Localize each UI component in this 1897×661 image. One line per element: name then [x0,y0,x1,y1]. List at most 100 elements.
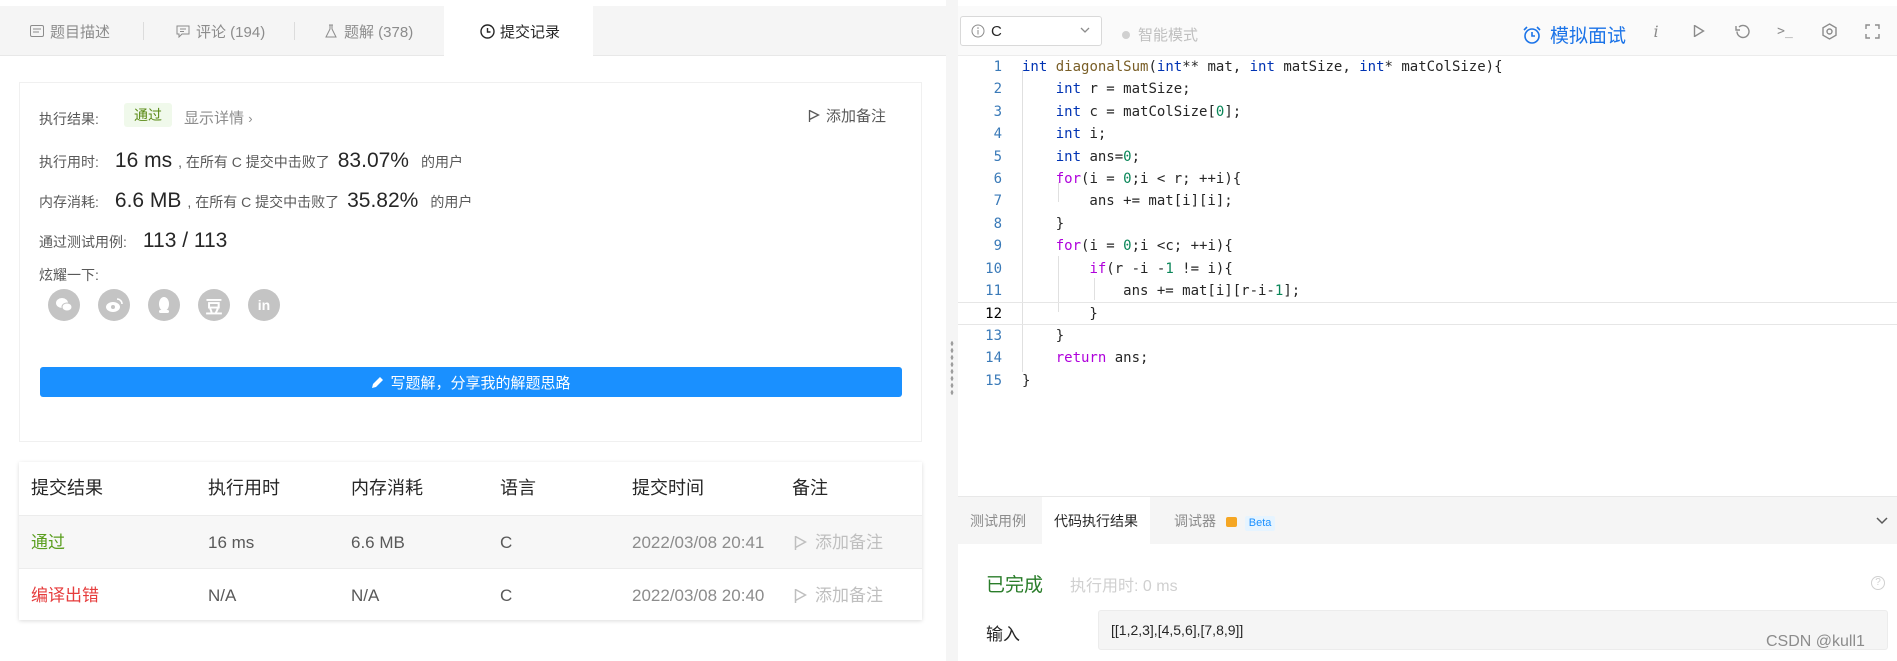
qq-icon[interactable] [148,289,180,321]
code-text: } [1022,327,1065,344]
reset-icon[interactable] [1731,20,1753,42]
code-line: 14 return ans; [958,347,1897,369]
linkedin-icon[interactable]: in [248,289,280,321]
line-number: 3 [993,103,1002,120]
line-number: 7 [993,193,1002,210]
code-line: 6 for(i = 0;i < r; ++i){ [958,168,1897,190]
language-cell: C [500,533,513,552]
code-line: 1 int diagonalSum(int** mat, int matSize,… [958,56,1897,78]
help-icon[interactable]: ? [1871,576,1885,590]
show-detail-link[interactable]: 显示详情 › [184,107,253,128]
info-icon[interactable]: i [1645,20,1667,42]
line-number: 10 [985,260,1002,277]
tab-description[interactable]: 题目描述 [28,6,110,56]
tab-solutions[interactable]: 题解 (378) [322,6,413,56]
add-note-label: 添加备注 [826,108,887,125]
table-row[interactable]: 编译出错 N/A N/A C 2022/03/08 20:40 添加备注 [19,568,922,621]
douban-icon[interactable]: 豆 [198,289,230,321]
settings-icon[interactable] [1818,20,1840,42]
write-solution-button[interactable]: 写题解，分享我的解题思路 [40,367,902,397]
code-line-active: 12 } [958,302,1897,325]
submit-time-cell: 2022/03/08 20:41 [632,533,765,552]
code-text: ans += mat[i][r-i-1]; [1022,283,1301,299]
run-icon[interactable] [1688,20,1710,42]
code-text: int ans=0; [1055,148,1141,165]
problem-tabs: 题目描述 评论 (194) 题解 (378) 提交记录 [0,6,946,57]
runtime-percent: 83.07% [337,149,409,172]
add-note-button[interactable]: 添加备注 [808,105,886,126]
table-row[interactable]: 通过 16 ms 6.6 MB C 2022/03/08 20:41 添加备注 [19,515,922,568]
beta-badge: Beta [1244,516,1276,531]
wechat-icon[interactable] [48,289,80,321]
language-select[interactable]: C [960,16,1102,46]
line-number: 13 [985,327,1002,344]
line-number: 12 [985,306,1002,323]
add-note-cell[interactable]: 添加备注 [794,569,883,622]
document-icon [28,22,46,40]
tab-label: 题解 (378) [344,23,414,41]
weibo-icon[interactable] [98,289,130,321]
col-header-submit-time: 提交时间 [632,478,704,498]
clock-icon [478,22,496,40]
lock-icon [1225,517,1237,527]
flag-icon [808,109,820,122]
code-editor[interactable]: 1 int diagonalSum(int** mat, int matSize,… [958,56,1897,496]
tab-testcase[interactable]: 测试用例 [970,497,1026,545]
pencil-icon [372,376,384,388]
tests-value: 113 / 113 [142,229,228,252]
terminal-icon[interactable]: >_ [1774,20,1796,42]
submit-time-cell: 2022/03/08 20:40 [632,586,765,605]
tab-debugger[interactable]: 调试器 Beta [1174,497,1276,545]
status-badge: 通过 [124,103,172,127]
add-note-label: 添加备注 [815,586,883,605]
tab-submissions[interactable]: 提交记录 [444,6,593,57]
submission-result-card: 执行结果: 通过 显示详情 › 添加备注 执行用时: 16 ms , 在所有 C… [19,82,922,442]
editor-toolbar: C 智能模式 模拟面试 i >_ [958,6,1897,56]
line-number: 14 [985,350,1002,367]
tests-label: 通过测试用例: [39,234,127,250]
code-text: for(i = 0;i < r; ++i){ [1055,171,1242,187]
runtime-value: 16 ms [114,149,173,172]
info-circle-icon [971,24,985,38]
code-text: return ans; [1055,350,1149,367]
problem-panel: 题目描述 评论 (194) 题解 (378) 提交记录 执行结果: 通过 显示详… [0,0,946,661]
code-line: 5 int ans=0; [958,146,1897,168]
console-tabs: 测试用例 代码执行结果 调试器 Beta [958,496,1897,545]
col-header-memory: 内存消耗 [351,478,423,498]
language-value: C [991,22,1002,40]
smart-mode-toggle[interactable]: 智能模式 [1122,24,1198,45]
col-header-note: 备注 [792,478,828,498]
line-number: 4 [993,126,1002,143]
result-cell[interactable]: 通过 [31,516,65,569]
code-text: if(r -i -1 != i){ [1089,260,1233,277]
line-number: 8 [993,215,1002,232]
code-line: 10 if(r -i -1 != i){ [958,258,1897,280]
add-note-label: 添加备注 [815,533,883,552]
memory-cell: 6.6 MB [351,533,405,552]
editor-panel: C 智能模式 模拟面试 i >_ 1 int diagonalSum(int**… [958,0,1897,661]
line-number: 6 [993,171,1002,187]
runtime-cell: 16 ms [208,533,255,552]
comment-icon [174,22,192,40]
pane-splitter[interactable] [946,0,958,661]
tests-stat: 通过测试用例: 113 / 113 [39,229,227,253]
tab-comments[interactable]: 评论 (194) [174,6,265,56]
chevron-right-icon: › [248,111,253,126]
chevron-down-icon [1080,27,1090,33]
memory-stat: 内存消耗: 6.6 MB , 在所有 C 提交中击败了 35.82% 的用户 [39,189,472,213]
mock-interview-button[interactable]: 模拟面试 [1522,21,1626,48]
chevron-down-icon[interactable] [1875,513,1889,532]
code-line: 11 ans += mat[i][r-i-1]; [958,280,1897,302]
input-label: 输入 [986,625,1020,644]
line-number: 11 [985,283,1002,299]
result-cell[interactable]: 编译出错 [31,569,99,622]
tab-run-result[interactable]: 代码执行结果 [1042,497,1150,545]
add-note-cell[interactable]: 添加备注 [794,516,883,569]
memory-percent: 35.82% [347,189,419,212]
tab-label: 提交记录 [500,23,561,41]
share-icons: 豆 in [48,289,280,321]
fullscreen-icon[interactable] [1861,20,1883,42]
console-panel: 测试用例 代码执行结果 调试器 Beta 已完成 执行用时: 0 ms ? 输入… [958,496,1897,661]
users-suffix: 的用户 [430,194,473,210]
runtime-label: 执行用时: [39,154,99,170]
